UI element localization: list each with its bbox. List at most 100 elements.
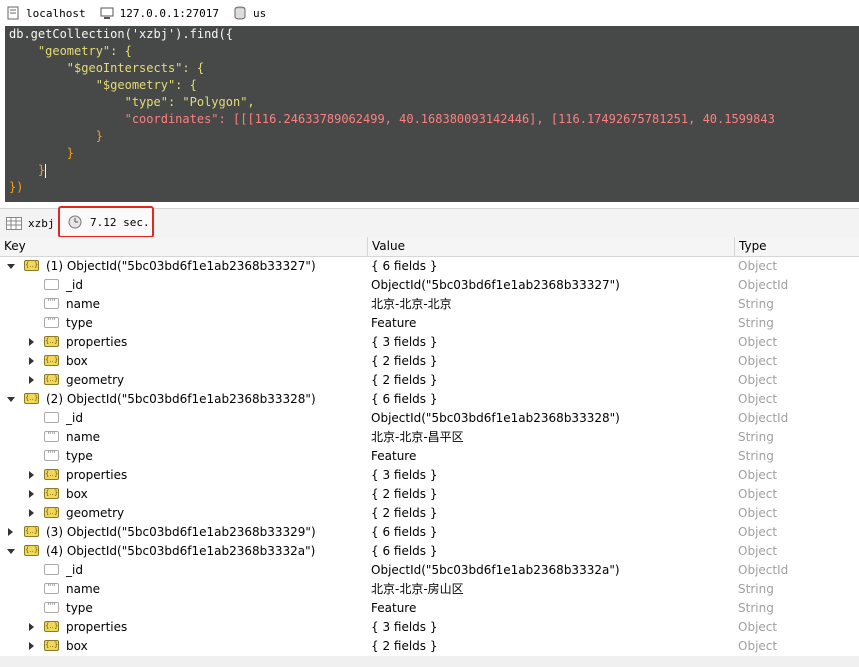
elapsed-label: 7.12 sec. (90, 215, 150, 229)
row-value: { 2 fields } (371, 506, 438, 520)
code-line-4: "$geometry": { (9, 78, 197, 92)
row-key: _id (66, 278, 83, 292)
address-crumb[interactable]: 127.0.0.1:27017 (100, 6, 219, 20)
database-icon (234, 6, 246, 20)
server-icon (7, 6, 19, 20)
table-row[interactable]: {..} geometry { 2 fields } Object (0, 371, 859, 390)
string-field-icon: "" (44, 431, 59, 442)
row-value: { 2 fields } (371, 487, 438, 501)
row-value: { 6 fields } (371, 259, 438, 273)
expand-arrow-icon[interactable] (29, 471, 34, 479)
object-icon: {..} (44, 507, 59, 518)
string-field-icon: "" (44, 317, 59, 328)
database-crumb[interactable]: us (233, 6, 266, 20)
table-row[interactable]: _id ObjectId("5bc03bd6f1e1ab2368b3332a")… (0, 561, 859, 580)
object-icon: {..} (44, 640, 59, 651)
clock-icon (68, 215, 82, 229)
row-value: Feature (371, 316, 417, 330)
table-row[interactable]: "" type Feature String (0, 599, 859, 618)
table-row[interactable]: {..} box { 2 fields } Object (0, 352, 859, 371)
object-icon: {..} (24, 393, 39, 404)
row-key: box (66, 354, 88, 368)
row-key: properties (66, 620, 128, 634)
row-type: String (738, 297, 774, 311)
row-key: type (66, 316, 93, 330)
column-header-key[interactable]: Key (0, 237, 368, 256)
object-icon: {..} (24, 260, 39, 271)
table-row[interactable]: {..} (1) ObjectId("5bc03bd6f1e1ab2368b333… (0, 257, 859, 276)
collapse-arrow-icon[interactable] (7, 264, 15, 269)
object-icon: {..} (44, 621, 59, 632)
row-type: ObjectId (738, 411, 789, 425)
table-row[interactable]: "" name 北京-北京-北京 String (0, 295, 859, 314)
row-value: { 2 fields } (371, 354, 438, 368)
database-label: us (252, 6, 267, 20)
address-label: 127.0.0.1:27017 (119, 6, 219, 20)
row-type: String (738, 430, 774, 444)
code-line-10: }) (9, 180, 24, 194)
row-type: ObjectId (738, 278, 789, 292)
connection-bar: localhost 127.0.0.1:27017 us (0, 0, 859, 26)
query-editor[interactable]: db.getCollection('xzbj').find({ "geometr… (5, 26, 859, 202)
table-row[interactable]: {..} properties { 3 fields } Object (0, 333, 859, 352)
row-value: 北京-北京-北京 (371, 297, 452, 311)
row-type: Object (738, 259, 778, 273)
table-row[interactable]: "" name 北京-北京-房山区 String (0, 580, 859, 599)
object-icon: {..} (44, 355, 59, 366)
expand-arrow-icon[interactable] (29, 623, 34, 631)
expand-arrow-icon[interactable] (29, 376, 34, 384)
row-value: Feature (371, 601, 417, 615)
row-key: (2) ObjectId("5bc03bd6f1e1ab2368b33328") (46, 392, 316, 406)
table-row[interactable]: "" type Feature String (0, 447, 859, 466)
row-type: ObjectId (738, 563, 789, 577)
results-tree: {..} (1) ObjectId("5bc03bd6f1e1ab2368b333… (0, 257, 859, 656)
row-key: _id (66, 411, 83, 425)
table-row[interactable]: _id ObjectId("5bc03bd6f1e1ab2368b33328")… (0, 409, 859, 428)
id-field-icon (44, 564, 59, 575)
collapse-arrow-icon[interactable] (7, 549, 15, 554)
row-key: (1) ObjectId("5bc03bd6f1e1ab2368b33327") (46, 259, 316, 273)
code-line-5: "type": "Polygon", (9, 95, 255, 109)
table-row[interactable]: {..} box { 2 fields } Object (0, 485, 859, 504)
table-row[interactable]: {..} box { 2 fields } Object (0, 637, 859, 656)
row-key: name (66, 582, 101, 596)
table-row[interactable]: {..} properties { 3 fields } Object (0, 618, 859, 637)
table-row[interactable]: {..} (4) ObjectId("5bc03bd6f1e1ab2368b333… (0, 542, 859, 561)
table-row[interactable]: {..} geometry { 2 fields } Object (0, 504, 859, 523)
row-value: { 2 fields } (371, 639, 438, 653)
expand-arrow-icon[interactable] (29, 642, 34, 650)
object-icon: {..} (44, 488, 59, 499)
code-line-6: "coordinates": [[[116.24633789062499, 40… (9, 112, 775, 126)
string-field-icon: "" (44, 298, 59, 309)
expand-arrow-icon[interactable] (29, 490, 34, 498)
collapse-arrow-icon[interactable] (7, 397, 15, 402)
row-type: Object (738, 392, 778, 406)
id-field-icon (44, 279, 59, 290)
table-row[interactable]: {..} (3) ObjectId("5bc03bd6f1e1ab2368b333… (0, 523, 859, 542)
expand-arrow-icon[interactable] (29, 357, 34, 365)
host-crumb[interactable]: localhost (6, 6, 86, 20)
table-row[interactable]: "" name 北京-北京-昌平区 String (0, 428, 859, 447)
table-row[interactable]: {..} (2) ObjectId("5bc03bd6f1e1ab2368b333… (0, 390, 859, 409)
row-value: ObjectId("5bc03bd6f1e1ab2368b3332a") (371, 563, 620, 577)
row-key: type (66, 601, 93, 615)
row-value: { 6 fields } (371, 392, 438, 406)
expand-arrow-icon[interactable] (8, 528, 13, 536)
row-key: properties (66, 468, 128, 482)
column-header-type[interactable]: Type (735, 237, 859, 256)
table-row[interactable]: _id ObjectId("5bc03bd6f1e1ab2368b33327")… (0, 276, 859, 295)
code-line-7: } (9, 129, 103, 143)
object-icon: {..} (44, 374, 59, 385)
expand-arrow-icon[interactable] (29, 338, 34, 346)
column-header-value[interactable]: Value (368, 237, 735, 256)
row-key: name (66, 297, 101, 311)
table-row[interactable]: {..} properties { 3 fields } Object (0, 466, 859, 485)
row-key: (4) ObjectId("5bc03bd6f1e1ab2368b3332a") (46, 544, 316, 558)
row-value: 北京-北京-房山区 (371, 582, 464, 596)
row-type: Object (738, 468, 778, 482)
table-row[interactable]: "" type Feature String (0, 314, 859, 333)
string-field-icon: "" (44, 602, 59, 613)
collection-tab[interactable]: xzbj (6, 216, 55, 230)
expand-arrow-icon[interactable] (29, 509, 34, 517)
table-icon (6, 216, 22, 230)
